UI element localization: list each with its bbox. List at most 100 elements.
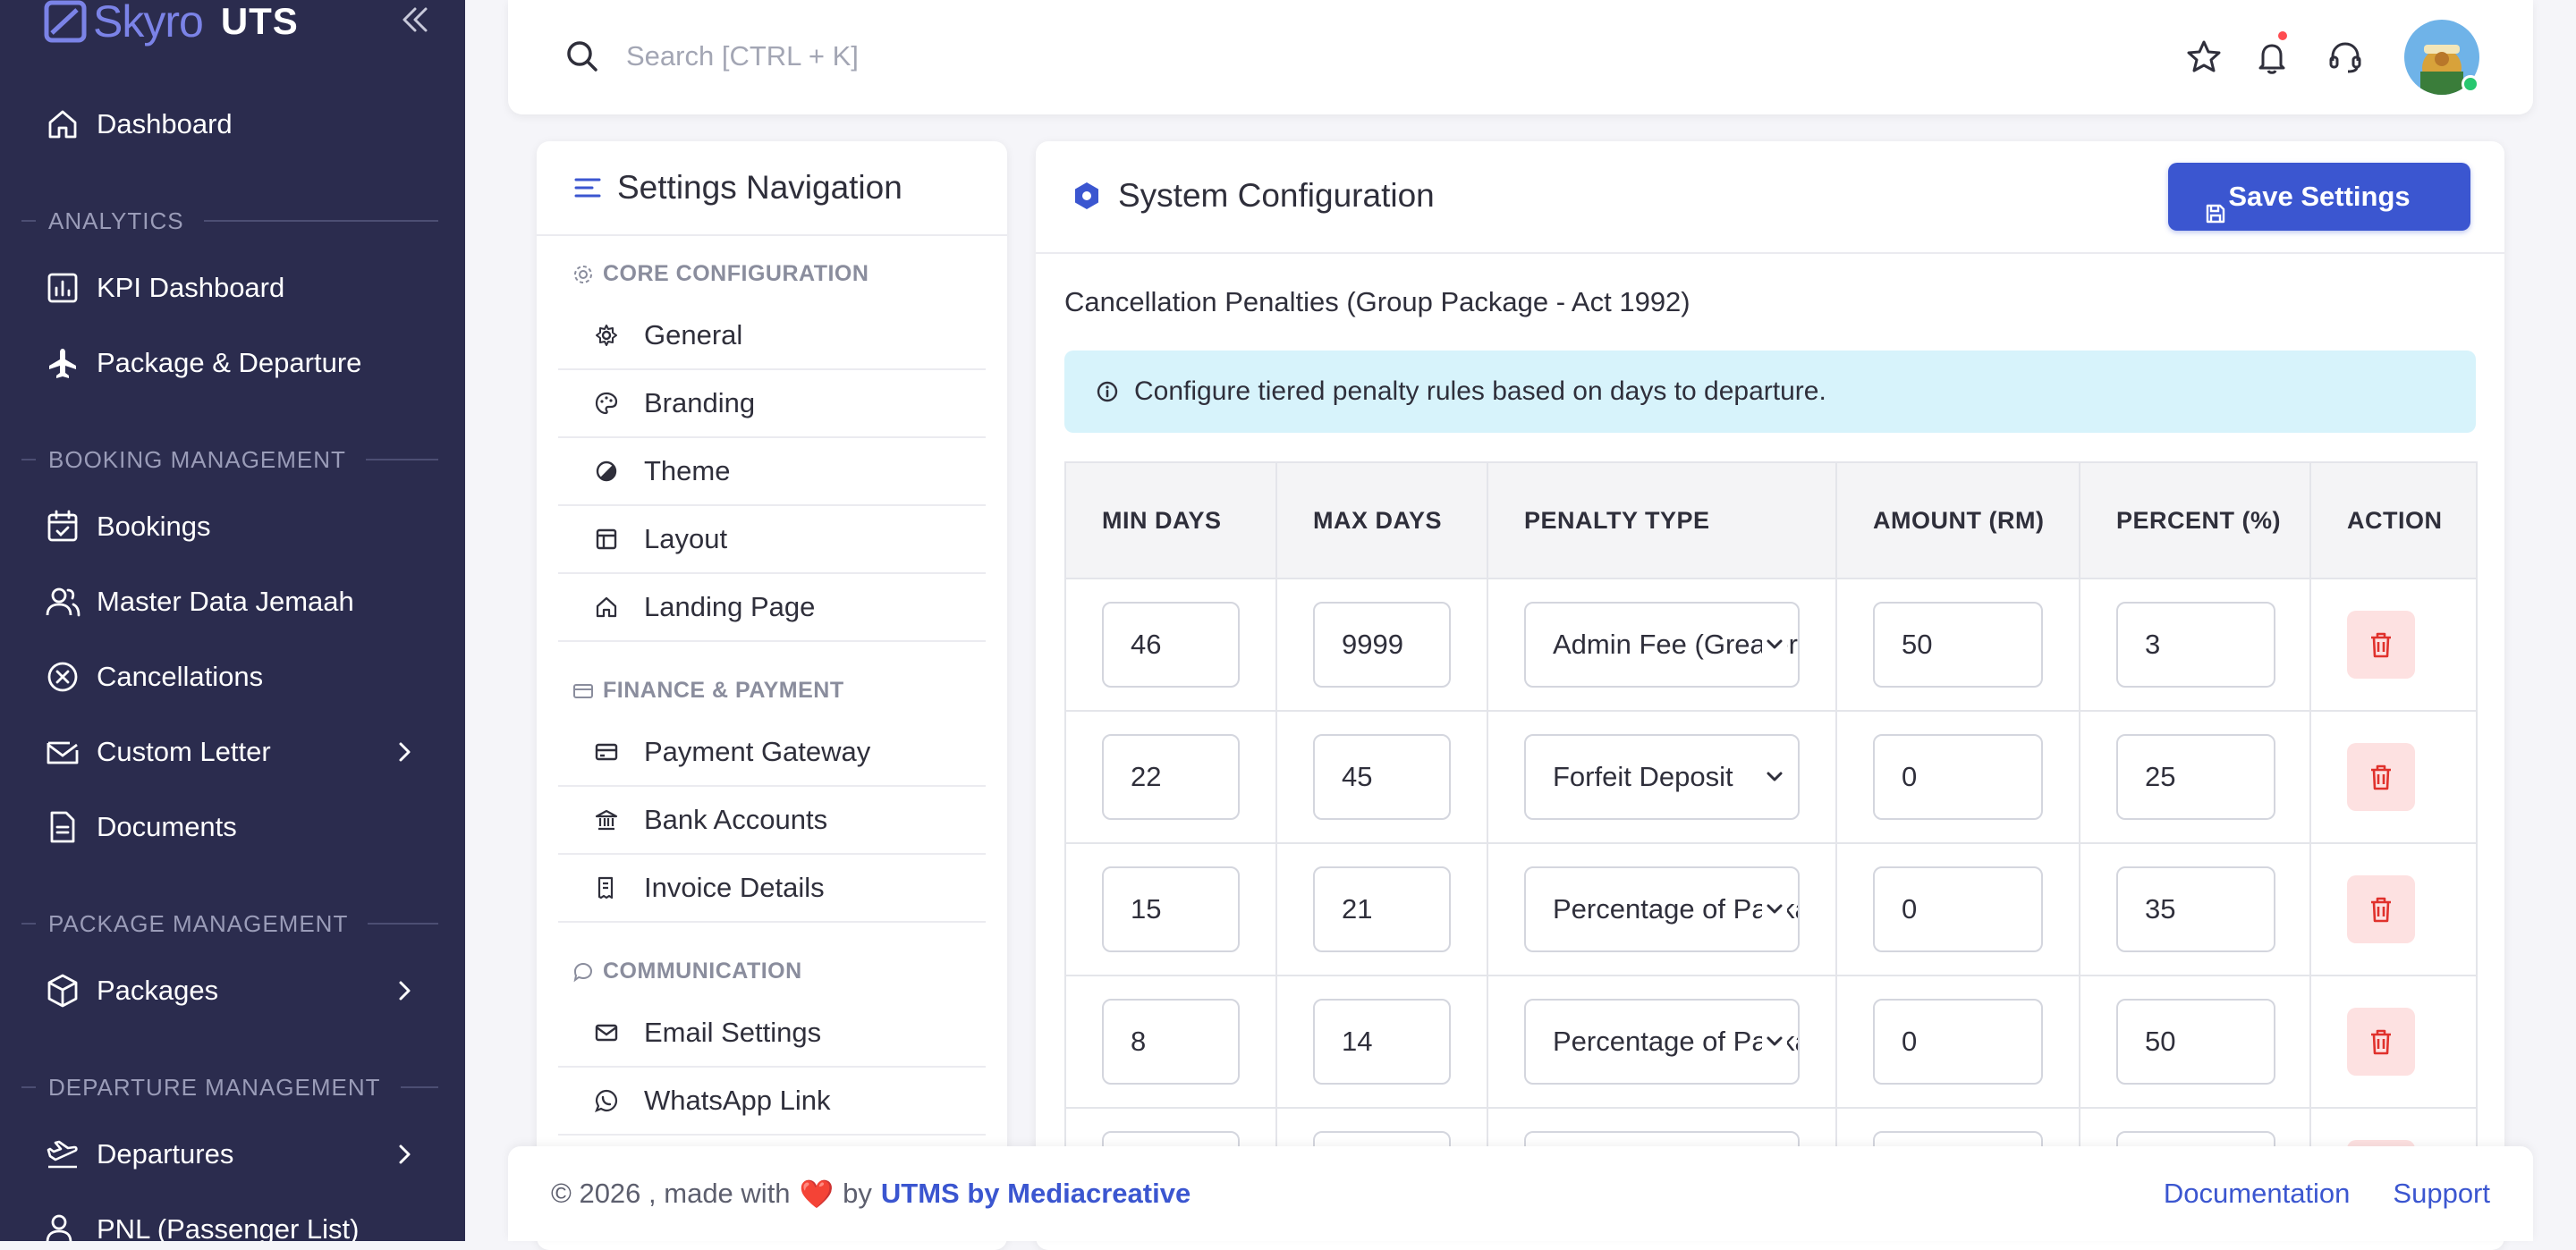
min-days-input[interactable]: 46 [1102,602,1240,688]
min-days-input[interactable]: 15 [1102,866,1240,952]
mail-icon [47,741,79,764]
amount-input[interactable]: 0 [1873,866,2043,952]
x-circle-icon [47,662,78,692]
settings-item-theme[interactable]: Theme [558,438,986,506]
sidebar-item-label: Custom Letter [97,736,271,767]
col-penalty-type: PENALTY TYPE [1487,461,1837,579]
col-max-days: MAX DAYS [1275,461,1488,579]
settings-group-finance: FINANCE & PAYMENT [572,678,844,704]
bank-icon [595,809,618,831]
penalty-type-select[interactable]: Admin Fee (Greater of) [1524,602,1800,688]
chevron-down-icon [1762,632,1787,657]
settings-item-landing-page[interactable]: Landing Page [558,574,986,642]
info-circle-icon [1097,381,1118,402]
max-days-input[interactable]: 14 [1313,999,1451,1085]
brand[interactable]: Skyro UTS [43,0,299,48]
brand-name: Skyro [93,0,204,46]
delete-row-button[interactable] [2347,611,2415,679]
palette-icon [595,392,618,415]
sidebar: Skyro UTS Dashboard ANALYTICS KPI Dashbo… [0,0,465,1241]
settings-group-core: CORE CONFIGURATION [572,261,869,287]
sidebar-item-label: Cancellations [97,661,264,692]
settings-item-bank-accounts[interactable]: Bank Accounts [558,787,986,855]
bell-icon[interactable] [2250,36,2293,79]
delete-row-button[interactable] [2347,875,2415,943]
max-days-input[interactable]: 9999 [1313,602,1451,688]
gear-icon [596,325,617,346]
info-alert: Configure tiered penalty rules based on … [1064,351,2476,433]
col-percent: PERCENT (%) [2079,461,2311,579]
search-input[interactable] [624,25,1340,88]
settings-item-layout[interactable]: Layout [558,506,986,574]
amount-input[interactable]: 0 [1873,734,2043,820]
save-settings-button[interactable]: Save Settings [2168,163,2470,231]
penalty-type-select[interactable]: Percentage of Package [1524,999,1800,1085]
settings-item-payment-gateway[interactable]: Payment Gateway [558,719,986,787]
sidebar-item-documents[interactable]: Documents [0,794,465,860]
amount-input[interactable]: 0 [1873,999,2043,1085]
section-header-analytics: ANALYTICS [0,203,465,239]
page-title: System Configuration [1118,177,1435,214]
settings-item-whatsapp-link[interactable]: WhatsApp Link [558,1068,986,1136]
support-link[interactable]: Support [2393,1178,2490,1210]
min-days-input[interactable]: 22 [1102,734,1240,820]
trash-icon [2371,897,2391,923]
heart-icon: ❤️ [799,1178,835,1210]
col-min-days: MIN DAYS [1064,461,1277,579]
layout-icon [596,528,617,550]
chevron-down-icon [1762,897,1787,922]
search-icon[interactable] [562,36,603,77]
section-header-package-management: PACKAGE MANAGEMENT [0,906,465,942]
sidebar-item-departures[interactable]: Departures [0,1121,465,1187]
col-action: ACTION [2309,461,2478,579]
sidebar-item-package-departure[interactable]: Package & Departure [0,330,465,396]
amount-input[interactable]: 50 [1873,602,2043,688]
headset-icon[interactable] [2324,36,2367,79]
max-days-input[interactable]: 21 [1313,866,1451,952]
settings-item-invoice-details[interactable]: Invoice Details [558,855,986,923]
alert-text: Configure tiered penalty rules based on … [1134,376,1826,406]
percent-input[interactable]: 35 [2116,866,2275,952]
penalty-type-select[interactable]: Forfeit Deposit [1524,734,1800,820]
settings-item-branding[interactable]: Branding [558,370,986,438]
percent-input[interactable]: 25 [2116,734,2275,820]
system-configuration-card: System Configuration Save Settings Cance… [1036,141,2504,1250]
sidebar-item-label: Package & Departure [97,347,362,378]
footer: © 2026 , made with ❤️ by UTMS by Mediacr… [508,1146,2533,1241]
sidebar-item-custom-letter[interactable]: Custom Letter [0,719,465,785]
sidebar-item-pnl[interactable]: PNL (Passenger List) [0,1196,465,1241]
collapse-sidebar-icon[interactable] [397,2,433,38]
file-icon [50,811,75,843]
whatsapp-icon [595,1089,618,1112]
max-days-input[interactable]: 45 [1313,734,1451,820]
sidebar-item-label: PNL (Passenger List) [97,1213,360,1241]
penalty-type-select[interactable]: Percentage of Package [1524,866,1800,952]
min-days-input[interactable]: 8 [1102,999,1240,1085]
invoice-icon [597,876,614,899]
percent-input[interactable]: 3 [2116,602,2275,688]
sidebar-item-label: Packages [97,975,219,1006]
penalty-table: MIN DAYS MAX DAYS PENALTY TYPE AMOUNT (R… [1064,461,2478,1241]
users-icon [46,587,80,617]
menu-lines-icon [574,178,601,198]
sidebar-item-cancellations[interactable]: Cancellations [0,644,465,710]
notification-dot [2276,30,2289,42]
sidebar-item-label: Bookings [97,511,211,542]
sidebar-item-packages[interactable]: Packages [0,958,465,1024]
delete-row-button[interactable] [2347,1008,2415,1076]
documentation-link[interactable]: Documentation [2164,1178,2351,1210]
delete-row-button[interactable] [2347,743,2415,811]
settings-item-general[interactable]: General [558,302,986,370]
section-header-departure-management: DEPARTURE MANAGEMENT [0,1069,465,1105]
settings-item-email-settings[interactable]: Email Settings [558,1000,986,1068]
brand-link[interactable]: UTMS by Mediacreative [881,1178,1191,1210]
sidebar-item-bookings[interactable]: Bookings [0,494,465,560]
sidebar-item-dashboard[interactable]: Dashboard [0,91,465,157]
sidebar-item-master-data-jemaah[interactable]: Master Data Jemaah [0,569,465,635]
star-icon[interactable] [2182,36,2225,79]
table-header-row: MIN DAYS MAX DAYS PENALTY TYPE AMOUNT (R… [1064,461,2478,579]
chevron-right-icon [399,981,411,1001]
settings-nav-title: Settings Navigation [617,169,902,206]
sidebar-item-kpi-dashboard[interactable]: KPI Dashboard [0,255,465,321]
percent-input[interactable]: 50 [2116,999,2275,1085]
